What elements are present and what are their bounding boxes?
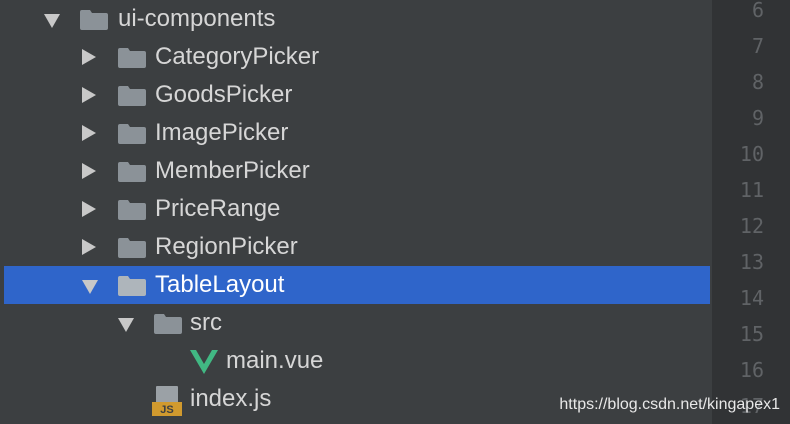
line-number: 11 xyxy=(739,178,764,202)
chevron-right-icon[interactable] xyxy=(82,49,96,65)
tree-item-label: MemberPicker xyxy=(155,157,310,184)
folder-icon xyxy=(154,314,182,334)
project-tree: ui-components CategoryPicker GoodsPicker… xyxy=(0,0,712,424)
chevron-down-icon[interactable] xyxy=(44,14,60,28)
tree-item-label: RegionPicker xyxy=(155,233,298,260)
chevron-right-icon[interactable] xyxy=(82,163,96,179)
line-number: 7 xyxy=(751,34,764,58)
folder-icon xyxy=(118,162,146,182)
tree-item-region-picker[interactable]: RegionPicker xyxy=(0,228,712,266)
tree-item-label: GoodsPicker xyxy=(155,81,293,108)
folder-icon xyxy=(80,10,108,30)
tree-item-image-picker[interactable]: ImagePicker xyxy=(0,114,712,152)
line-number: 13 xyxy=(739,250,764,274)
tree-item-category-picker[interactable]: CategoryPicker xyxy=(0,38,712,76)
tree-item-main-vue[interactable]: main.vue xyxy=(0,342,712,380)
js-file-icon: JS xyxy=(152,386,182,416)
tree-item-price-range[interactable]: PriceRange xyxy=(0,190,712,228)
chevron-right-icon[interactable] xyxy=(82,125,96,141)
folder-icon xyxy=(118,48,146,68)
line-number: 16 xyxy=(739,358,764,382)
tree-item-label: ImagePicker xyxy=(155,119,289,146)
tree-item-goods-picker[interactable]: GoodsPicker xyxy=(0,76,712,114)
line-number: 10 xyxy=(739,142,764,166)
tree-item-label: CategoryPicker xyxy=(155,43,320,70)
tree-item-label: ui-components xyxy=(118,5,276,32)
chevron-right-icon[interactable] xyxy=(82,201,96,217)
line-number: 6 xyxy=(751,0,764,22)
chevron-down-icon[interactable] xyxy=(82,280,98,294)
tree-item-label: src xyxy=(190,309,222,336)
line-number: 12 xyxy=(739,214,764,238)
tree-item-src[interactable]: src xyxy=(0,304,712,342)
folder-icon xyxy=(118,238,146,258)
line-number: 8 xyxy=(751,70,764,94)
tree-item-member-picker[interactable]: MemberPicker xyxy=(0,152,712,190)
tree-item-label: main.vue xyxy=(226,347,324,374)
folder-icon xyxy=(118,276,146,296)
tree-item-ui-components[interactable]: ui-components xyxy=(0,0,712,38)
line-number: 9 xyxy=(751,106,764,130)
tree-item-table-layout[interactable]: TableLayout xyxy=(4,266,710,304)
tree-item-label: PriceRange xyxy=(155,195,281,222)
tree-item-label: TableLayout xyxy=(155,271,285,298)
line-number-gutter: 6 7 8 9 10 11 12 13 14 15 16 17 xyxy=(712,0,790,424)
vue-file-icon xyxy=(190,350,218,374)
line-number: 15 xyxy=(739,322,764,346)
chevron-down-icon[interactable] xyxy=(118,318,134,332)
watermark-text: https://blog.csdn.net/kingapex1 xyxy=(559,396,780,413)
line-number: 14 xyxy=(739,286,764,310)
folder-icon xyxy=(118,124,146,144)
js-badge-text: JS xyxy=(160,404,173,416)
chevron-right-icon[interactable] xyxy=(82,239,96,255)
folder-icon xyxy=(118,86,146,106)
tree-item-label: index.js xyxy=(190,385,272,412)
chevron-right-icon[interactable] xyxy=(82,87,96,103)
folder-icon xyxy=(118,200,146,220)
